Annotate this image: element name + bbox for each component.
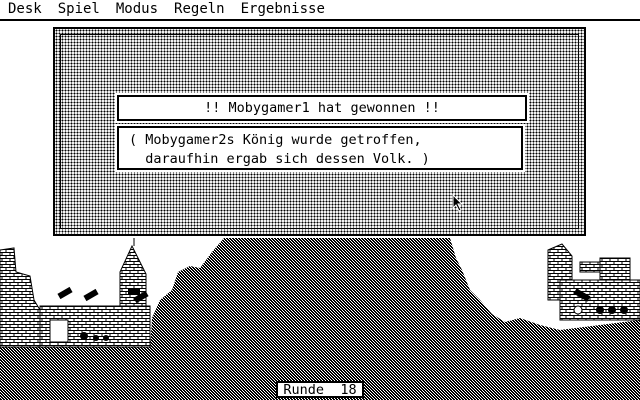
winner-message: !! Mobygamer1 hat gewonnen !!	[117, 95, 527, 121]
menu-spiel[interactable]: Spiel	[51, 0, 109, 19]
menu-regeln[interactable]: Regeln	[167, 0, 234, 19]
menu-ergebnisse[interactable]: Ergebnisse	[234, 0, 334, 19]
result-description: ( Mobygamer2s König wurde getroffen, dar…	[117, 126, 523, 170]
result-dialog: !! Mobygamer1 hat gewonnen !! ( Mobygame…	[53, 27, 586, 236]
menu-modus[interactable]: Modus	[109, 0, 167, 19]
mouse-pointer-icon	[452, 194, 464, 212]
left-castle	[0, 238, 151, 348]
menu-bar: Desk Spiel Modus Regeln Ergebnisse	[0, 0, 640, 21]
round-counter: Runde 18	[276, 381, 364, 398]
menu-desk[interactable]: Desk	[0, 0, 51, 19]
right-castle	[547, 243, 640, 321]
